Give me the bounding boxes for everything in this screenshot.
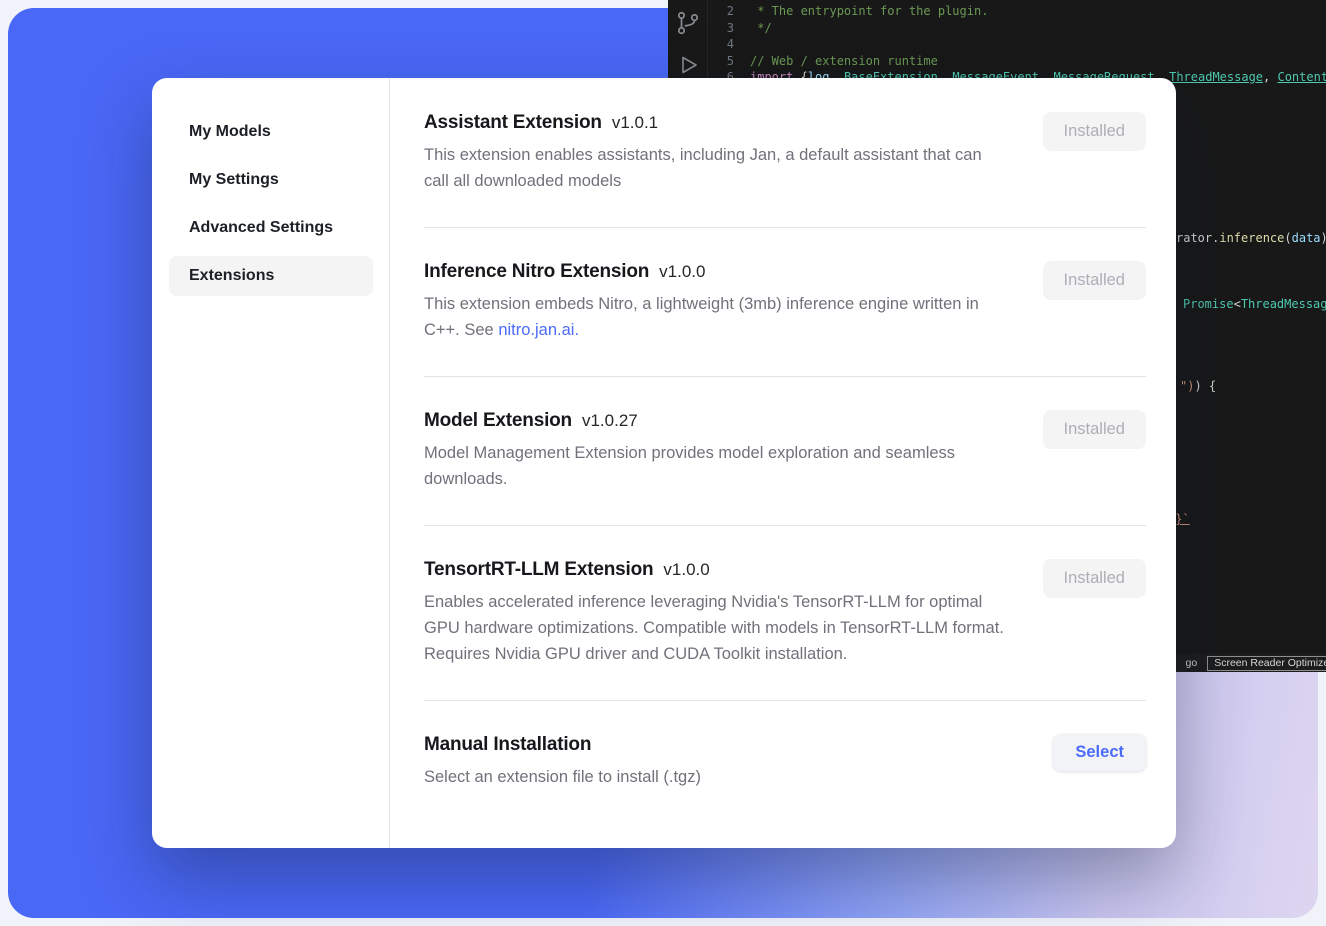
settings-sidebar: My Models My Settings Advanced Settings … xyxy=(152,78,390,848)
code-line: 5 // Web / extension runtime xyxy=(708,53,1326,70)
extension-version: v1.0.1 xyxy=(612,113,658,133)
manual-installation-description: Select an extension file to install (.tg… xyxy=(424,765,701,791)
extension-info: TensortRT-LLM Extension v1.0.0 Enables a… xyxy=(424,559,1004,667)
line-number: 3 xyxy=(708,20,734,37)
extension-title: Manual Installation xyxy=(424,734,701,756)
sidebar-item-my-models[interactable]: My Models xyxy=(169,112,373,152)
manual-installation-title: Manual Installation xyxy=(424,734,591,756)
installed-button[interactable]: Installed xyxy=(1043,261,1146,300)
extension-name: TensortRT-LLM Extension xyxy=(424,559,653,581)
sidebar-item-label: Advanced Settings xyxy=(189,219,333,237)
code-area: 2 * The entrypoint for the plugin. 3 */ … xyxy=(708,3,1326,86)
code-text: * The entrypoint for the plugin. xyxy=(750,3,988,20)
code-line: 4 xyxy=(708,36,1326,53)
extension-name: Inference Nitro Extension xyxy=(424,261,649,283)
extension-version: v1.0.0 xyxy=(663,560,709,580)
extension-description: This extension embeds Nitro, a lightweig… xyxy=(424,292,1004,343)
extension-description: This extension enables assistants, inclu… xyxy=(424,143,1004,194)
extension-row-tensorrt-llm: TensortRT-LLM Extension v1.0.0 Enables a… xyxy=(424,526,1146,701)
line-number: 5 xyxy=(708,53,734,70)
code-fragment: rator.inference(data)); xyxy=(1176,231,1326,245)
installed-button[interactable]: Installed xyxy=(1043,112,1146,151)
extension-row-model: Model Extension v1.0.27 Model Management… xyxy=(424,377,1146,526)
manual-installation-row: Manual Installation Select an extension … xyxy=(424,701,1146,824)
run-debug-icon[interactable] xyxy=(676,52,700,78)
source-control-icon[interactable] xyxy=(675,10,701,36)
code-fragment: Promise<ThreadMessage> xyxy=(1183,297,1326,311)
select-file-button[interactable]: Select xyxy=(1053,734,1146,771)
extension-info: Inference Nitro Extension v1.0.0 This ex… xyxy=(424,261,1004,343)
extensions-panel: Assistant Extension v1.0.1 This extensio… xyxy=(390,78,1176,848)
screen-reader-optimized-badge[interactable]: Screen Reader Optimized xyxy=(1207,656,1326,671)
extension-version: v1.0.27 xyxy=(582,411,638,431)
extension-name: Model Extension xyxy=(424,410,572,432)
sidebar-item-label: My Settings xyxy=(189,171,279,189)
installed-button[interactable]: Installed xyxy=(1043,410,1146,449)
code-line: 3 */ xyxy=(708,20,1326,37)
sidebar-item-advanced-settings[interactable]: Advanced Settings xyxy=(169,208,373,248)
extension-description: Enables accelerated inference leveraging… xyxy=(424,590,1004,667)
extension-title: Assistant Extension v1.0.1 xyxy=(424,112,1004,134)
line-number: 2 xyxy=(708,3,734,20)
extension-info: Model Extension v1.0.27 Model Management… xyxy=(424,410,1004,492)
extension-title: Model Extension v1.0.27 xyxy=(424,410,1004,432)
code-text: */ xyxy=(750,20,772,37)
extension-row-inference-nitro: Inference Nitro Extension v1.0.0 This ex… xyxy=(424,228,1146,377)
extension-title: TensortRT-LLM Extension v1.0.0 xyxy=(424,559,1004,581)
installed-button[interactable]: Installed xyxy=(1043,559,1146,598)
extension-row-assistant: Assistant Extension v1.0.1 This extensio… xyxy=(424,112,1146,228)
extension-info: Assistant Extension v1.0.1 This extensio… xyxy=(424,112,1004,194)
status-text: go xyxy=(1186,657,1198,669)
extension-name: Assistant Extension xyxy=(424,112,602,134)
extension-version: v1.0.0 xyxy=(659,262,705,282)
sidebar-item-extensions[interactable]: Extensions xyxy=(169,256,373,296)
nitro-jan-ai-link[interactable]: nitro.jan.ai. xyxy=(498,321,579,339)
code-fragment: ")) { xyxy=(1180,379,1216,393)
extension-title: Inference Nitro Extension v1.0.0 xyxy=(424,261,1004,283)
line-number: 4 xyxy=(708,36,734,53)
extension-description: Model Management Extension provides mode… xyxy=(424,441,1004,492)
code-text: // Web / extension runtime xyxy=(750,53,938,70)
sidebar-item-my-settings[interactable]: My Settings xyxy=(169,160,373,200)
sidebar-item-label: My Models xyxy=(189,123,271,141)
sidebar-item-label: Extensions xyxy=(189,267,274,285)
settings-modal: My Models My Settings Advanced Settings … xyxy=(152,78,1176,848)
code-line: 2 * The entrypoint for the plugin. xyxy=(708,3,1326,20)
desktop-background: 2 * The entrypoint for the plugin. 3 */ … xyxy=(0,0,1326,926)
extension-info: Manual Installation Select an extension … xyxy=(424,734,701,791)
